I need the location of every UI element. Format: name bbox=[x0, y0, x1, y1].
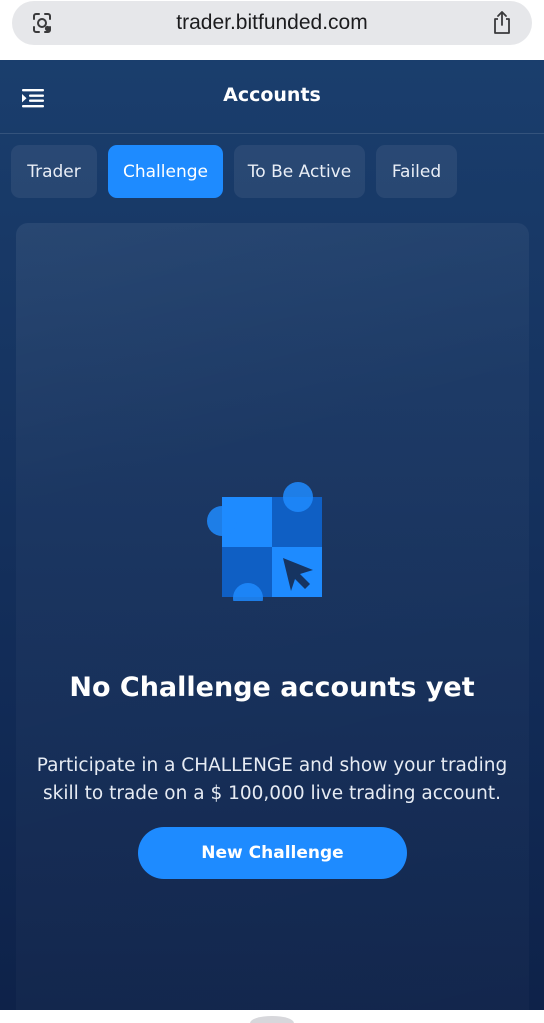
tab-failed[interactable]: Failed bbox=[376, 145, 457, 198]
lens-icon[interactable] bbox=[30, 11, 54, 35]
address-bar[interactable]: trader.bitfunded.com bbox=[12, 1, 532, 45]
app-header: Accounts bbox=[0, 60, 544, 134]
accounts-page: Accounts Trader Challenge To Be Active F… bbox=[0, 60, 544, 1010]
tab-to-be-active[interactable]: To Be Active bbox=[234, 145, 365, 198]
tab-trader[interactable]: Trader bbox=[11, 145, 97, 198]
tab-challenge[interactable]: Challenge bbox=[108, 145, 223, 198]
account-tabs: Trader Challenge To Be Active Failed bbox=[0, 145, 544, 198]
url-text[interactable]: trader.bitfunded.com bbox=[72, 1, 472, 45]
tab-label: To Be Active bbox=[247, 161, 352, 182]
share-icon[interactable] bbox=[490, 10, 514, 36]
page-title: Accounts bbox=[223, 84, 321, 106]
empty-state-card bbox=[16, 223, 529, 1010]
browser-bar: trader.bitfunded.com bbox=[0, 0, 544, 60]
tab-label: Trader bbox=[27, 161, 81, 182]
tab-label: Failed bbox=[391, 161, 442, 182]
new-challenge-button[interactable]: New Challenge bbox=[138, 827, 407, 879]
empty-state-title: No Challenge accounts yet bbox=[69, 672, 475, 703]
tab-label: Challenge bbox=[123, 161, 208, 182]
empty-state-description: Participate in a CHALLENGE and show your… bbox=[36, 755, 508, 804]
home-indicator bbox=[250, 1016, 294, 1023]
challenge-puzzle-icon bbox=[207, 482, 322, 601]
